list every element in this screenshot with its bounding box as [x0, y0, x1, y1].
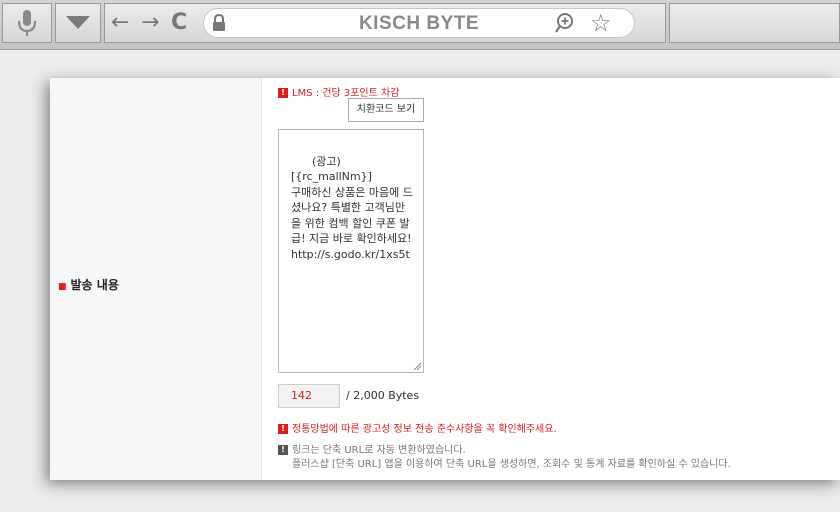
field-label-column: ■ 발송 내용 [50, 78, 262, 480]
zoom-in-icon[interactable] [554, 12, 576, 34]
byte-count-field: 142 [278, 384, 340, 408]
info-icon: ! [278, 445, 288, 455]
short-url-info: ! 링크는 단축 URL로 자동 변환하였습니다. 플러스샵 [단축 URL] 앱… [278, 444, 731, 472]
forward-arrow-icon[interactable]: → [141, 12, 159, 34]
triangle-down-icon [66, 16, 90, 29]
message-text: (광고) [{rc_mallNm}] 구매하신 상품은 마음에 드셨나요? 특별… [291, 154, 413, 261]
resize-grip-icon[interactable] [413, 362, 421, 370]
microphone-icon [17, 10, 37, 36]
substitution-code-button[interactable]: 치환코드 보기 [348, 98, 424, 122]
message-textarea[interactable]: (광고) [{rc_mallNm}] 구매하신 상품은 마음에 드셨나요? 특별… [278, 129, 424, 373]
lms-notice: ! LMS : 건당 3포인트 차감 [278, 84, 399, 99]
field-label: ■ 발송 내용 [58, 278, 119, 292]
address-bar[interactable]: KISCH BYTE ☆ [203, 8, 635, 38]
toolbar-extension-area [669, 3, 840, 43]
reload-icon[interactable]: C [171, 12, 187, 34]
back-arrow-icon[interactable]: ← [111, 12, 129, 34]
microphone-button[interactable] [2, 3, 52, 43]
law-compliance-notice: ! 정통망법에 따른 광고성 정보 전송 준수사항을 꼭 확인해주세요. [278, 420, 557, 435]
warning-icon: ! [278, 424, 288, 434]
warning-icon: ! [278, 88, 288, 98]
star-icon[interactable]: ☆ [590, 9, 612, 37]
send-content-form: ■ 발송 내용 ! LMS : 건당 3포인트 차감 치환코드 보기 (광고) [{… [50, 78, 840, 480]
browser-toolbar: ← → C KISCH BYTE ☆ [0, 0, 840, 50]
navigation-bar: ← → C KISCH BYTE ☆ [104, 3, 666, 43]
byte-limit-label: / 2,000 Bytes [346, 389, 420, 402]
required-dot-icon: ■ [58, 282, 67, 292]
dropdown-button[interactable] [55, 3, 101, 43]
